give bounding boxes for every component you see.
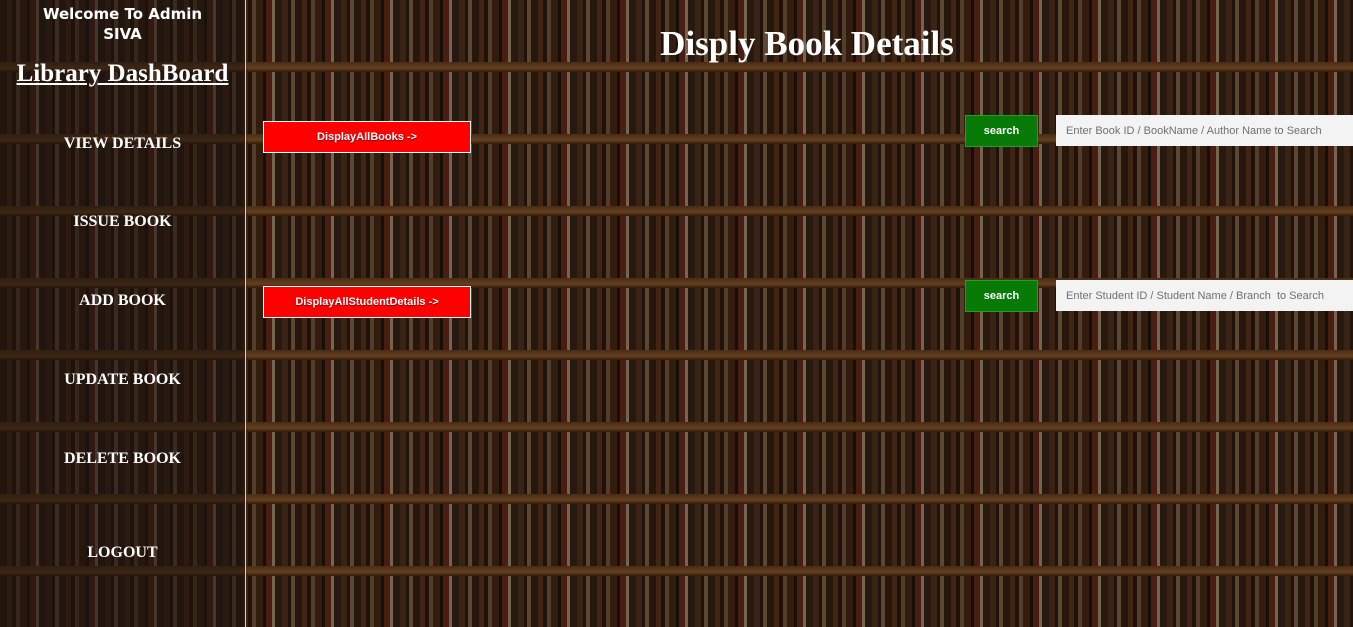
sidebar-item-add-book[interactable]: ADD BOOK <box>0 286 245 316</box>
sidebar-item-issue-book[interactable]: ISSUE BOOK <box>0 207 245 237</box>
admin-name: SIVA <box>103 25 142 43</box>
student-search-input[interactable] <box>1056 280 1353 311</box>
student-search-button[interactable]: search <box>965 280 1038 312</box>
welcome-line: Welcome To Admin <box>42 5 203 23</box>
display-all-students-button[interactable]: DisplayAllStudentDetails -> <box>263 286 471 318</box>
welcome-message: Welcome To Admin SIVA <box>0 4 245 44</box>
display-all-books-button[interactable]: DisplayAllBooks -> <box>263 121 471 153</box>
page-title: Disply Book Details <box>660 24 954 63</box>
sidebar-item-update-book[interactable]: UPDATE BOOK <box>0 365 245 395</box>
book-search-button[interactable]: search <box>965 115 1038 147</box>
sidebar-item-view-details[interactable]: VIEW DETAILS <box>0 129 245 159</box>
dashboard-title[interactable]: Library DashBoard <box>0 60 245 88</box>
sidebar-item-logout[interactable]: LOGOUT <box>0 538 245 568</box>
sidebar-item-delete-book[interactable]: DELETE BOOK <box>0 444 245 474</box>
book-search-input[interactable] <box>1056 115 1353 146</box>
sidebar: Welcome To Admin SIVA Library DashBoard … <box>0 0 246 627</box>
page-root: Welcome To Admin SIVA Library DashBoard … <box>0 0 1353 627</box>
